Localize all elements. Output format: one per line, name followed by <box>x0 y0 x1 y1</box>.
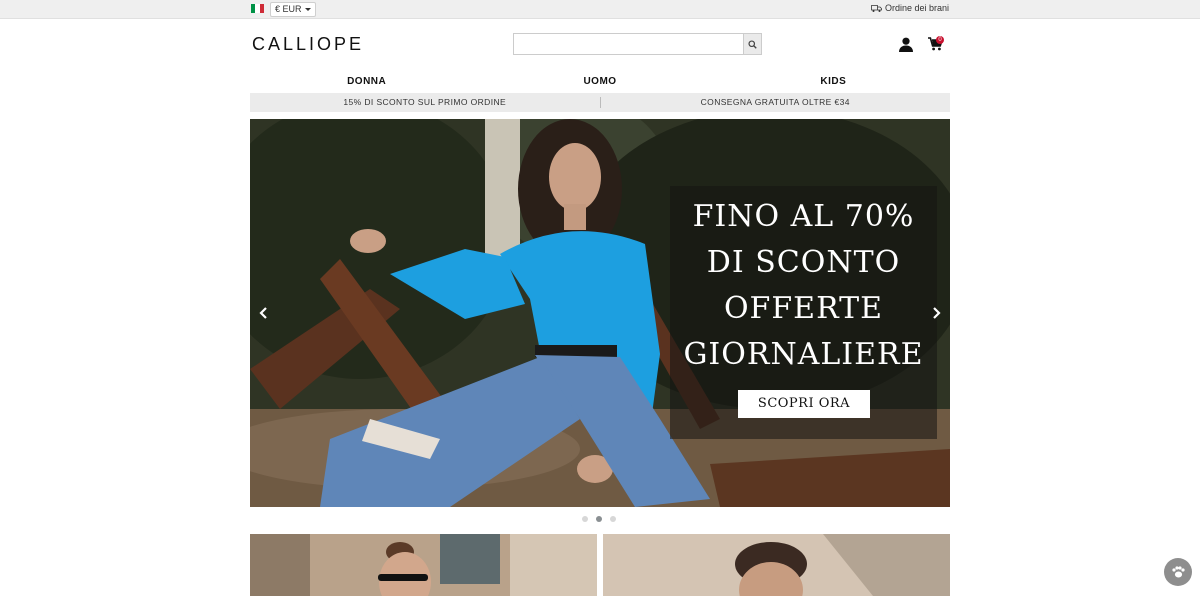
top-utility-bar: € EUR Ordine dei brani <box>0 0 1200 19</box>
hero-headline-line-3: OFFERTE <box>723 291 884 326</box>
category-tile-men[interactable] <box>603 534 950 596</box>
carousel-dot-2[interactable] <box>596 516 602 522</box>
women-category-photo <box>250 534 597 596</box>
carousel-dot-3[interactable] <box>610 516 616 522</box>
nav-item-uomo[interactable]: UOMO <box>483 74 716 90</box>
chevron-right-icon[interactable] <box>929 306 943 320</box>
carousel-indicators <box>582 516 616 522</box>
currency-selector[interactable]: € EUR <box>270 2 316 17</box>
paw-icon <box>1172 566 1185 578</box>
order-tracking-link[interactable]: Ordine dei brani <box>871 3 949 13</box>
cart-count-badge: 0 <box>936 36 944 44</box>
chat-widget-button[interactable] <box>1164 558 1192 586</box>
carousel-dot-1[interactable] <box>582 516 588 522</box>
promo-first-order[interactable]: 15% DI SCONTO SUL PRIMO ORDINE <box>250 93 600 112</box>
search-input[interactable] <box>513 33 762 55</box>
caret-down-icon <box>304 8 311 12</box>
truck-icon <box>871 4 882 12</box>
chevron-left-icon[interactable] <box>257 306 271 320</box>
site-logo[interactable]: CALLIOPE <box>252 34 364 55</box>
hero-carousel[interactable]: FINO AL 70% DI SCONTO OFFERTE GIORNALIER… <box>250 119 950 507</box>
currency-label: € EUR <box>275 4 302 14</box>
hero-headline-line-4: GIORNALIERE <box>683 337 924 372</box>
order-tracking-label: Ordine dei brani <box>884 3 949 13</box>
account-icon[interactable] <box>899 37 913 52</box>
search-button[interactable] <box>743 34 761 54</box>
search-icon <box>748 39 757 49</box>
nav-item-kids[interactable]: KIDS <box>717 74 950 90</box>
main-navigation: DONNA UOMO KIDS <box>250 74 950 90</box>
promo-strip: 15% DI SCONTO SUL PRIMO ORDINE CONSEGNA … <box>250 93 950 112</box>
hero-headline-line-2: DI SCONTO <box>706 245 901 280</box>
shop-now-button[interactable]: SCOPRI ORA <box>738 390 870 418</box>
hero-headline-line-1: FINO AL 70% <box>692 199 915 234</box>
nav-item-donna[interactable]: DONNA <box>250 74 483 90</box>
italy-flag-icon[interactable] <box>251 4 264 13</box>
category-tile-women[interactable] <box>250 534 597 596</box>
men-category-photo <box>603 534 950 596</box>
promo-free-shipping[interactable]: CONSEGNA GRATUITA OLTRE €34 <box>601 93 951 112</box>
